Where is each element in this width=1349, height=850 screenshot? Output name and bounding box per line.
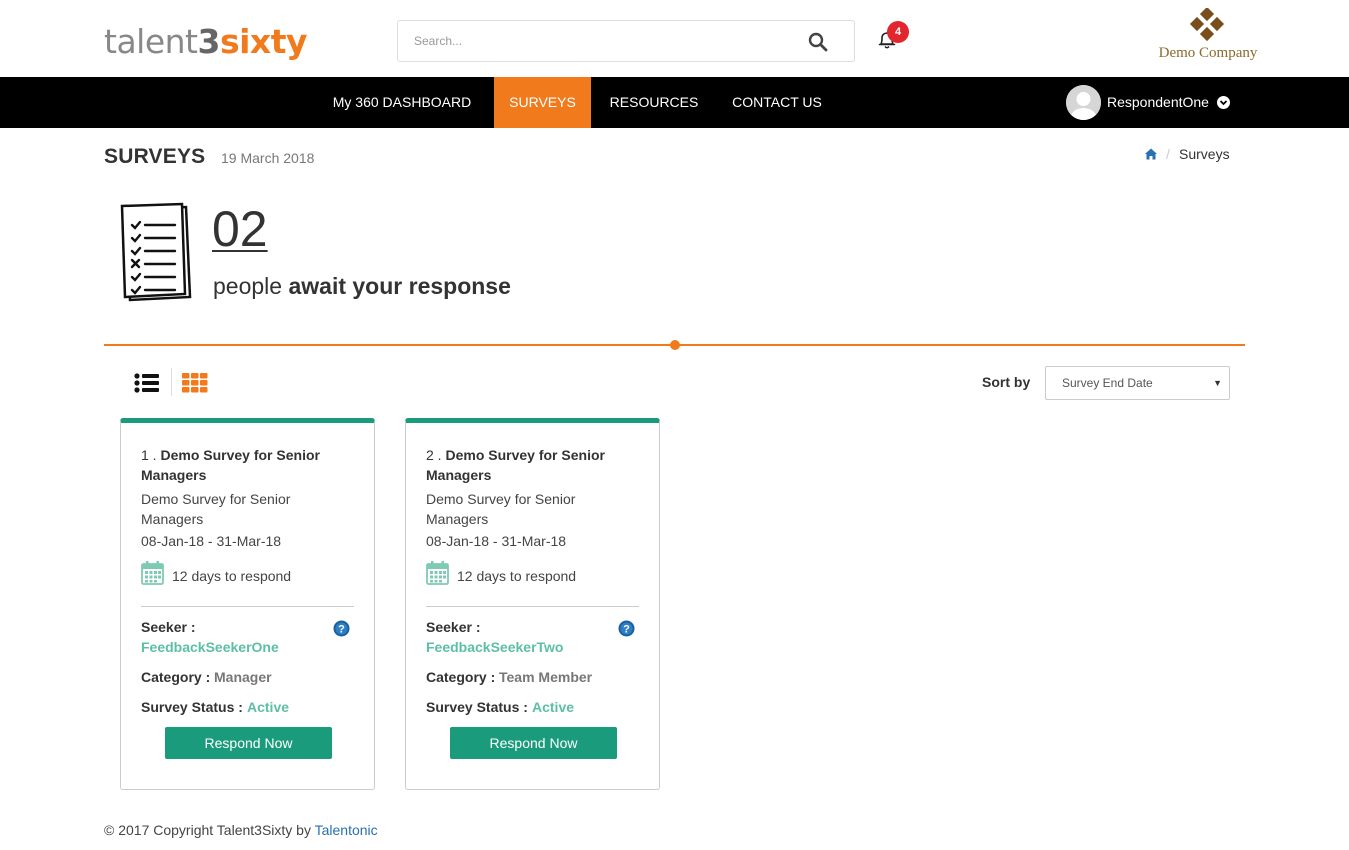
survey-card-number: 1 . <box>141 447 157 463</box>
company-logo: Demo Company <box>1150 8 1266 68</box>
sort-select[interactable]: Survey End Date ▼ <box>1045 366 1230 400</box>
survey-status-value: Active <box>247 699 290 715</box>
calendar-icon <box>141 561 164 585</box>
footer-talentonic-link[interactable]: Talentonic <box>315 822 378 838</box>
survey-card-title-text: Demo Survey for Senior Managers <box>426 447 605 483</box>
category-label: Category : <box>426 669 496 685</box>
page-title: SURVEYS <box>104 145 206 168</box>
talent3sixty-logo[interactable]: talent3sixty <box>104 22 308 62</box>
nav-item-contact-us[interactable]: CONTACT US <box>718 77 836 128</box>
sort-select-value: Survey End Date <box>1062 376 1153 390</box>
nav-item-surveys[interactable]: SURVEYS <box>494 77 591 128</box>
breadcrumb-separator: / <box>1166 146 1170 162</box>
survey-card-number: 2 . <box>426 447 442 463</box>
company-name: Demo Company <box>1158 45 1258 61</box>
breadcrumb-current: Surveys <box>1179 146 1230 162</box>
category-value: Team Member <box>499 669 593 685</box>
survey-card-subtitle: Demo Survey for Senior Managers <box>141 491 291 527</box>
survey-status-value: Active <box>532 699 575 715</box>
survey-checklist-icon <box>120 202 192 302</box>
home-icon[interactable] <box>1144 147 1158 161</box>
seeker-label: Seeker : <box>426 619 481 635</box>
survey-card-days-remaining: 12 days to respond <box>172 568 292 584</box>
calendar-icon <box>426 561 449 585</box>
search-box <box>397 20 855 62</box>
search-input[interactable] <box>398 21 798 61</box>
dropdown-arrow-icon: ▼ <box>1213 378 1222 388</box>
pending-response-count[interactable]: 02 <box>212 200 268 258</box>
logo-text-part2: 3 <box>197 22 221 61</box>
footer-copyright: © 2017 Copyright Talent3Sixty by <box>104 822 315 838</box>
svg-text:?: ? <box>623 624 630 636</box>
list-view-icon[interactable] <box>134 373 160 393</box>
survey-status-label: Survey Status : <box>141 699 243 715</box>
survey-card-divider <box>426 606 639 607</box>
svg-text:?: ? <box>338 624 345 636</box>
help-icon[interactable]: ? <box>618 620 635 637</box>
seeker-name-link[interactable]: FeedbackSeekerOne <box>141 639 279 655</box>
pending-response-text-prefix: people <box>213 273 289 299</box>
survey-card: 1 . Demo Survey for Senior Managers Demo… <box>120 418 375 790</box>
respond-now-button[interactable]: Respond Now <box>450 727 617 759</box>
company-diamond-mark-icon <box>1189 8 1225 42</box>
respond-now-button[interactable]: Respond Now <box>165 727 332 759</box>
survey-card-title-text: Demo Survey for Senior Managers <box>141 447 320 483</box>
seeker-name-link[interactable]: FeedbackSeekerTwo <box>426 639 563 655</box>
search-icon[interactable] <box>808 32 828 52</box>
section-divider-dot <box>670 340 680 350</box>
nav-item-resources[interactable]: RESOURCES <box>599 77 709 128</box>
user-name: RespondentOne <box>1107 94 1209 110</box>
notification-count-badge: 4 <box>887 21 909 43</box>
header: talent3sixty 4 Demo Company <box>0 0 1349 77</box>
sort-label: Sort by <box>982 374 1031 390</box>
help-icon[interactable]: ? <box>333 620 350 637</box>
footer: © 2017 Copyright Talent3Sixty by Talento… <box>104 822 378 838</box>
logo-text-part3: sixty <box>219 22 308 61</box>
main-navbar: My 360 DASHBOARD SURVEYS RESOURCES CONTA… <box>0 77 1349 128</box>
survey-card-dates: 08-Jan-18 - 31-Mar-18 <box>141 533 282 549</box>
survey-card-days-remaining: 12 days to respond <box>457 568 577 584</box>
page-date: 19 March 2018 <box>221 150 315 166</box>
survey-card-title: 1 . Demo Survey for Senior Managers <box>141 445 356 485</box>
logo-text-part1: talent <box>104 22 198 61</box>
grid-view-icon[interactable] <box>182 373 208 393</box>
survey-card-divider <box>141 606 354 607</box>
nav-item-dashboard[interactable]: My 360 DASHBOARD <box>316 77 488 128</box>
view-toggle-separator <box>171 368 172 396</box>
survey-card-title: 2 . Demo Survey for Senior Managers <box>426 445 641 485</box>
user-avatar-icon <box>1066 85 1101 120</box>
category-value: Manager <box>214 669 272 685</box>
survey-status-label: Survey Status : <box>426 699 528 715</box>
survey-card-dates: 08-Jan-18 - 31-Mar-18 <box>426 533 567 549</box>
chevron-down-circle-icon[interactable] <box>1217 96 1230 109</box>
seeker-label: Seeker : <box>141 619 196 635</box>
pending-response-text-strong: await your response <box>288 273 511 299</box>
survey-card: 2 . Demo Survey for Senior Managers Demo… <box>405 418 660 790</box>
pending-response-text: people await your response <box>213 273 511 300</box>
category-label: Category : <box>141 669 211 685</box>
survey-card-subtitle: Demo Survey for Senior Managers <box>426 491 576 527</box>
